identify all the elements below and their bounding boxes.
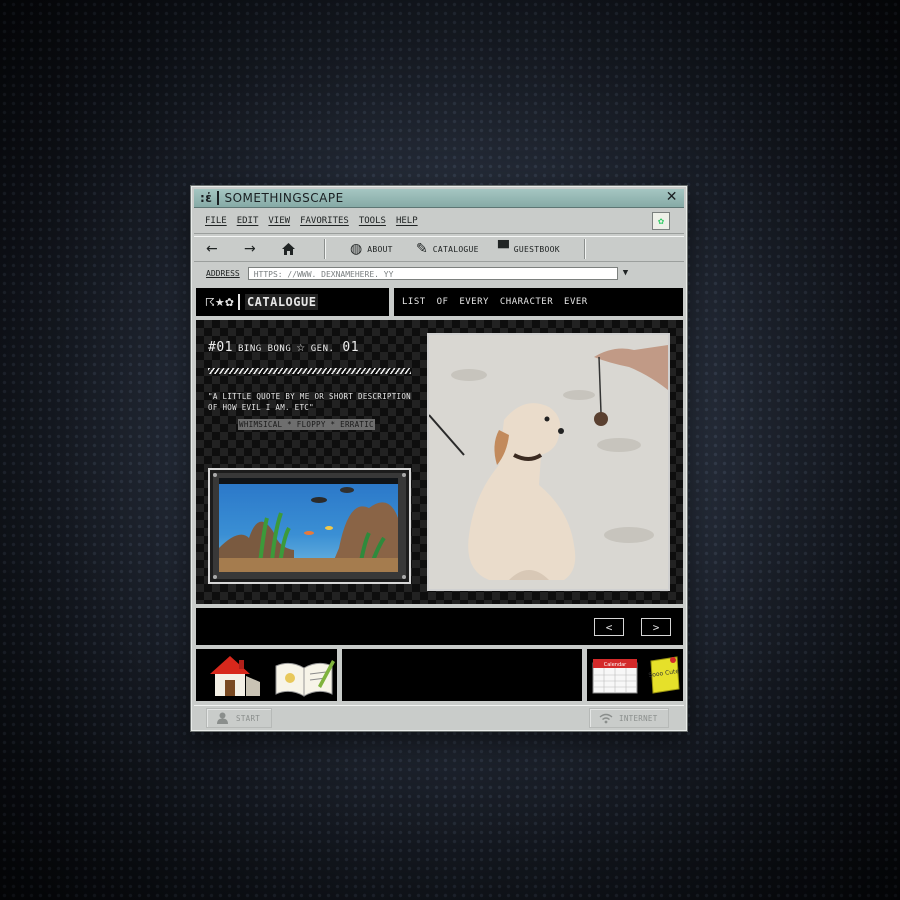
menu-item-file[interactable]: FILE	[205, 216, 227, 226]
title-decoration: ☈★✿	[205, 295, 234, 309]
guestbook-button[interactable]: ▀ GUESTBOOK	[498, 237, 560, 261]
menu-item-help[interactable]: HELP	[396, 216, 418, 226]
start-button[interactable]: START	[206, 708, 272, 728]
arrow-right-icon: →	[244, 241, 256, 257]
guestbook-label: GUESTBOOK	[513, 244, 560, 254]
home-icon	[282, 243, 295, 255]
title-separator	[217, 191, 220, 205]
generation-value: 01	[342, 340, 360, 355]
character-quote: "A LITTLE QUOTE BY ME OR SHORT DESCRIPTI…	[208, 392, 411, 412]
catalogue-button[interactable]: ✎ CATALOGUE	[416, 237, 479, 261]
back-button[interactable]: ←	[206, 237, 218, 261]
star-icon: ☆	[296, 343, 306, 354]
internet-status[interactable]: INTERNET	[589, 708, 669, 728]
frame-bolt	[213, 473, 217, 477]
chat-bubble-icon: ▀	[498, 241, 509, 257]
hatched-divider	[208, 368, 411, 374]
book-icon[interactable]	[274, 656, 336, 698]
house-icon[interactable]	[206, 654, 262, 698]
title-separator	[237, 294, 240, 310]
start-label: START	[236, 713, 261, 723]
puppy-photo	[429, 335, 668, 589]
bottom-right-panel: Calendar Sooo Cute	[587, 649, 683, 701]
toolbar-divider	[584, 239, 585, 259]
frame-bolt	[402, 473, 406, 477]
address-input[interactable]: HTTPS: //WWW. DEXNAMEHERE. YY	[247, 266, 618, 280]
character-photo	[427, 333, 670, 591]
page-subtitle: LIST OF EVERY CHARACTER EVER	[402, 297, 588, 307]
catalogue-label: CATALOGUE	[432, 244, 479, 254]
title-bar[interactable]: :ἐ SOMETHINGSCAPE ✕	[194, 189, 684, 208]
aquarium-illustration	[219, 478, 398, 572]
address-bar: ADDRESS HTTPS: //WWW. DEXNAMEHERE. YY ▼	[194, 263, 684, 283]
internet-label: INTERNET	[619, 713, 658, 723]
globe-icon: ◍	[350, 241, 363, 257]
window-title: SOMETHINGSCAPE	[224, 191, 344, 205]
character-tags: WHIMSICAL * FLOPPY * ERRATIC	[238, 419, 375, 430]
menu-item-view[interactable]: VIEW	[268, 216, 290, 226]
aquarium-image	[208, 468, 411, 584]
character-heading: #01 BING BONG ☆ GEN. 01	[208, 340, 359, 355]
page-subtitle-box: LIST OF EVERY CHARACTER EVER	[394, 288, 683, 316]
browser-window: :ἐ SOMETHINGSCAPE ✕ FILE EDIT VIEW FAVOR…	[191, 186, 687, 731]
bottom-middle-panel	[342, 649, 582, 701]
menu-item-edit[interactable]: EDIT	[237, 216, 259, 226]
about-label: ABOUT	[367, 244, 393, 254]
calendar-label: Calendar	[604, 662, 627, 668]
frame-bolt	[402, 575, 406, 579]
previous-button[interactable]: <	[594, 618, 624, 636]
dropdown-arrow-icon[interactable]: ▼	[623, 268, 628, 278]
calendar-icon[interactable]: Calendar	[591, 657, 641, 697]
toolbar-divider	[324, 239, 325, 259]
character-number: #01	[208, 340, 233, 355]
frame-bolt	[213, 575, 217, 579]
address-label: ADDRESS	[206, 268, 240, 278]
browser-logo-icon: ✿	[652, 212, 670, 230]
arrow-left-icon: ←	[206, 241, 218, 257]
page-title: CATALOGUE	[244, 294, 319, 310]
pager-row: < >	[196, 608, 683, 645]
forward-button[interactable]: →	[244, 237, 256, 261]
app-logo: :ἐ	[200, 191, 213, 205]
status-bar: START INTERNET	[194, 705, 684, 728]
wifi-icon	[599, 713, 613, 723]
home-button[interactable]	[281, 237, 296, 261]
about-button[interactable]: ◍ ABOUT	[350, 237, 393, 261]
sticky-note-icon[interactable]: Sooo Cute	[647, 655, 681, 695]
menu-item-favorites[interactable]: FAVORITES	[300, 216, 349, 226]
character-name: BING BONG	[237, 344, 292, 354]
next-button[interactable]: >	[641, 618, 671, 636]
character-card: #01 BING BONG ☆ GEN. 01 "A LITTLE QUOTE …	[196, 320, 683, 604]
bottom-left-panel	[196, 649, 337, 701]
menu-item-tools[interactable]: TOOLS	[359, 216, 386, 226]
user-icon	[217, 712, 228, 724]
menu-bar: FILE EDIT VIEW FAVORITES TOOLS HELP ✿	[194, 209, 684, 234]
toolbar: ← → ◍ ABOUT ✎ CATALOGUE ▀ GUESTBOOK	[194, 236, 684, 262]
document-edit-icon: ✎	[416, 241, 428, 257]
close-icon[interactable]: ✕	[666, 189, 678, 205]
generation-label: GEN.	[310, 344, 335, 354]
page-title-box: ☈★✿ CATALOGUE	[196, 288, 389, 316]
